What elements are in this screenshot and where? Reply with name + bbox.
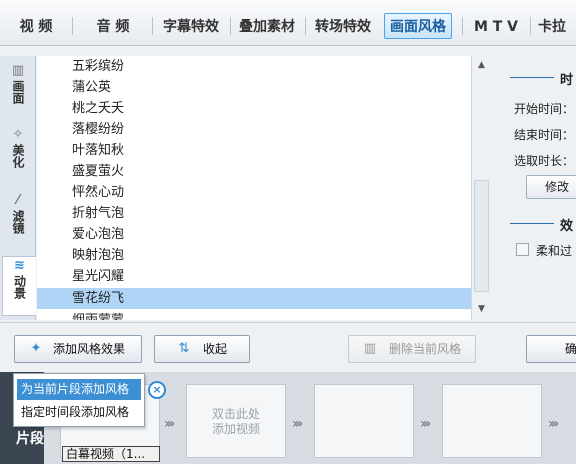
menu-item-add-to-time-range[interactable]: 指定时间段添加风格 (17, 402, 141, 423)
chevron-right-icon: ››› (420, 416, 431, 432)
right-settings-panel: 时 开始时间： 结束时间： 选取时长： 修改 效 柔和过 (496, 56, 576, 320)
chevron-right-icon: ››› (164, 416, 175, 432)
collapse-button[interactable]: ⇅ 收起 (154, 335, 250, 363)
bottom-toolbar: ✦ 添加风格效果 ⇅ 收起 ▥ 删除当前风格 确 (0, 322, 576, 368)
empty-clip-slot[interactable]: 双击此处添加视频 (186, 384, 286, 458)
tab-mtv[interactable]: M T V (470, 14, 522, 40)
side-tab-label: 动景 (12, 275, 27, 299)
empty-slot-text: 双击此处添加视频 (211, 407, 260, 436)
tab-transition-effects[interactable]: 转场特效 (310, 14, 376, 40)
clip-caption[interactable]: 白幕视频（1... (62, 446, 160, 462)
wave-icon: ≋ (14, 258, 25, 273)
menu-item-add-to-current-clip[interactable]: 为当前片段添加风格 (17, 379, 141, 400)
side-tab-bar: ▥ 画面 ✧ 美化 ⁄ 滤镜 ≋ 动景 (0, 56, 36, 320)
list-item[interactable]: 爱心泡泡 (37, 224, 471, 245)
delete-style-label: 删除当前风格 (389, 342, 462, 356)
section-divider (510, 223, 554, 224)
scrollbar-thumb[interactable] (474, 180, 489, 292)
chevron-right-icon: ››› (292, 416, 303, 432)
list-item[interactable]: 星光闪耀 (37, 266, 471, 287)
filter-wand-icon: ⁄ (16, 193, 20, 208)
side-tab-label: 滤镜 (11, 210, 25, 234)
side-tab-label: 美化 (11, 144, 25, 168)
time-section-title: 时 (560, 73, 574, 88)
collapse-arrows-icon: ⇅ (178, 341, 190, 356)
tab-separator (230, 17, 231, 35)
collapse-label: 收起 (203, 342, 228, 356)
empty-clip-slot[interactable] (314, 384, 414, 458)
list-item-selected[interactable]: 雪花纷飞 (37, 288, 471, 309)
confirm-button[interactable]: 确 (526, 335, 576, 363)
confirm-label: 确 (565, 342, 576, 356)
tab-separator (530, 17, 531, 35)
soft-transition-checkbox[interactable] (516, 243, 529, 256)
tab-subtitle-effects[interactable]: 字幕特效 (158, 14, 224, 40)
list-item[interactable]: 五彩缤纷 (37, 56, 471, 77)
scroll-up-arrow-icon[interactable]: ▲ (474, 58, 489, 73)
list-item[interactable]: 盛夏萤火 (37, 161, 471, 182)
list-item[interactable]: 怦然心动 (37, 182, 471, 203)
segment-label: 片段 (16, 431, 44, 447)
trash-icon: ▥ (363, 341, 377, 356)
tab-picture-style[interactable]: 画面风格 (384, 13, 452, 39)
tab-separator (462, 17, 463, 35)
list-item[interactable]: 叶落知秋 (37, 140, 471, 161)
list-item[interactable]: 落樱纷纷 (37, 119, 471, 140)
magic-wand-add-icon: ✦ (30, 341, 42, 356)
list-item[interactable]: 映射泡泡 (37, 245, 471, 266)
style-list: 五彩缤纷 蒲公英 桃之夭夭 落樱纷纷 叶落知秋 盛夏萤火 怦然心动 折射气泡 爱… (37, 56, 471, 320)
tab-video[interactable]: 视 频 (8, 14, 64, 40)
list-item[interactable]: 蒲公英 (37, 77, 471, 98)
tab-separator (305, 17, 306, 35)
effect-section-title: 效 (560, 219, 574, 234)
tab-audio[interactable]: 音 频 (84, 14, 142, 40)
add-style-popup-menu: 为当前片段添加风格 指定时间段添加风格 (13, 373, 145, 427)
add-style-label: 添加风格效果 (53, 342, 126, 356)
tab-overlay-material[interactable]: 叠加素材 (234, 14, 300, 40)
list-item[interactable]: 桃之夭夭 (37, 98, 471, 119)
magic-wand-icon: ✧ (12, 127, 24, 142)
top-tab-bar: 视 频 音 频 字幕特效 叠加素材 转场特效 画面风格 M T V 卡拉 (0, 0, 576, 46)
list-item[interactable]: 烟雨蒙蒙 (37, 310, 471, 320)
tab-separator (72, 17, 73, 35)
side-tab-filter[interactable]: ⁄ 滤镜 (2, 192, 34, 234)
close-icon[interactable]: × (148, 381, 166, 399)
empty-clip-slot[interactable] (442, 384, 542, 458)
section-divider (510, 77, 554, 78)
tab-separator (152, 17, 153, 35)
side-tab-label: 画面 (11, 80, 25, 104)
list-item[interactable]: 折射气泡 (37, 203, 471, 224)
side-tab-motion-scene[interactable]: ≋ 动景 (2, 256, 36, 316)
soft-transition-label: 柔和过 (536, 244, 573, 258)
tab-karaoke[interactable]: 卡拉 (538, 14, 576, 40)
add-style-button[interactable]: ✦ 添加风格效果 (14, 335, 142, 363)
style-list-scrollbar[interactable]: ▲ ▼ (471, 56, 490, 320)
delete-style-button[interactable]: ▥ 删除当前风格 (348, 335, 476, 363)
side-tab-beautify[interactable]: ✧ 美化 (2, 126, 34, 168)
filmstrip-icon: ▥ (11, 63, 25, 78)
end-time-label: 结束时间： (514, 128, 575, 142)
modify-button[interactable]: 修改 (526, 175, 576, 199)
chevron-right-icon: ››› (548, 416, 559, 432)
scroll-down-arrow-icon[interactable]: ▼ (474, 302, 489, 317)
side-tab-picture[interactable]: ▥ 画面 (2, 62, 34, 104)
start-time-label: 开始时间： (514, 102, 575, 116)
duration-label: 选取时长： (514, 154, 575, 168)
